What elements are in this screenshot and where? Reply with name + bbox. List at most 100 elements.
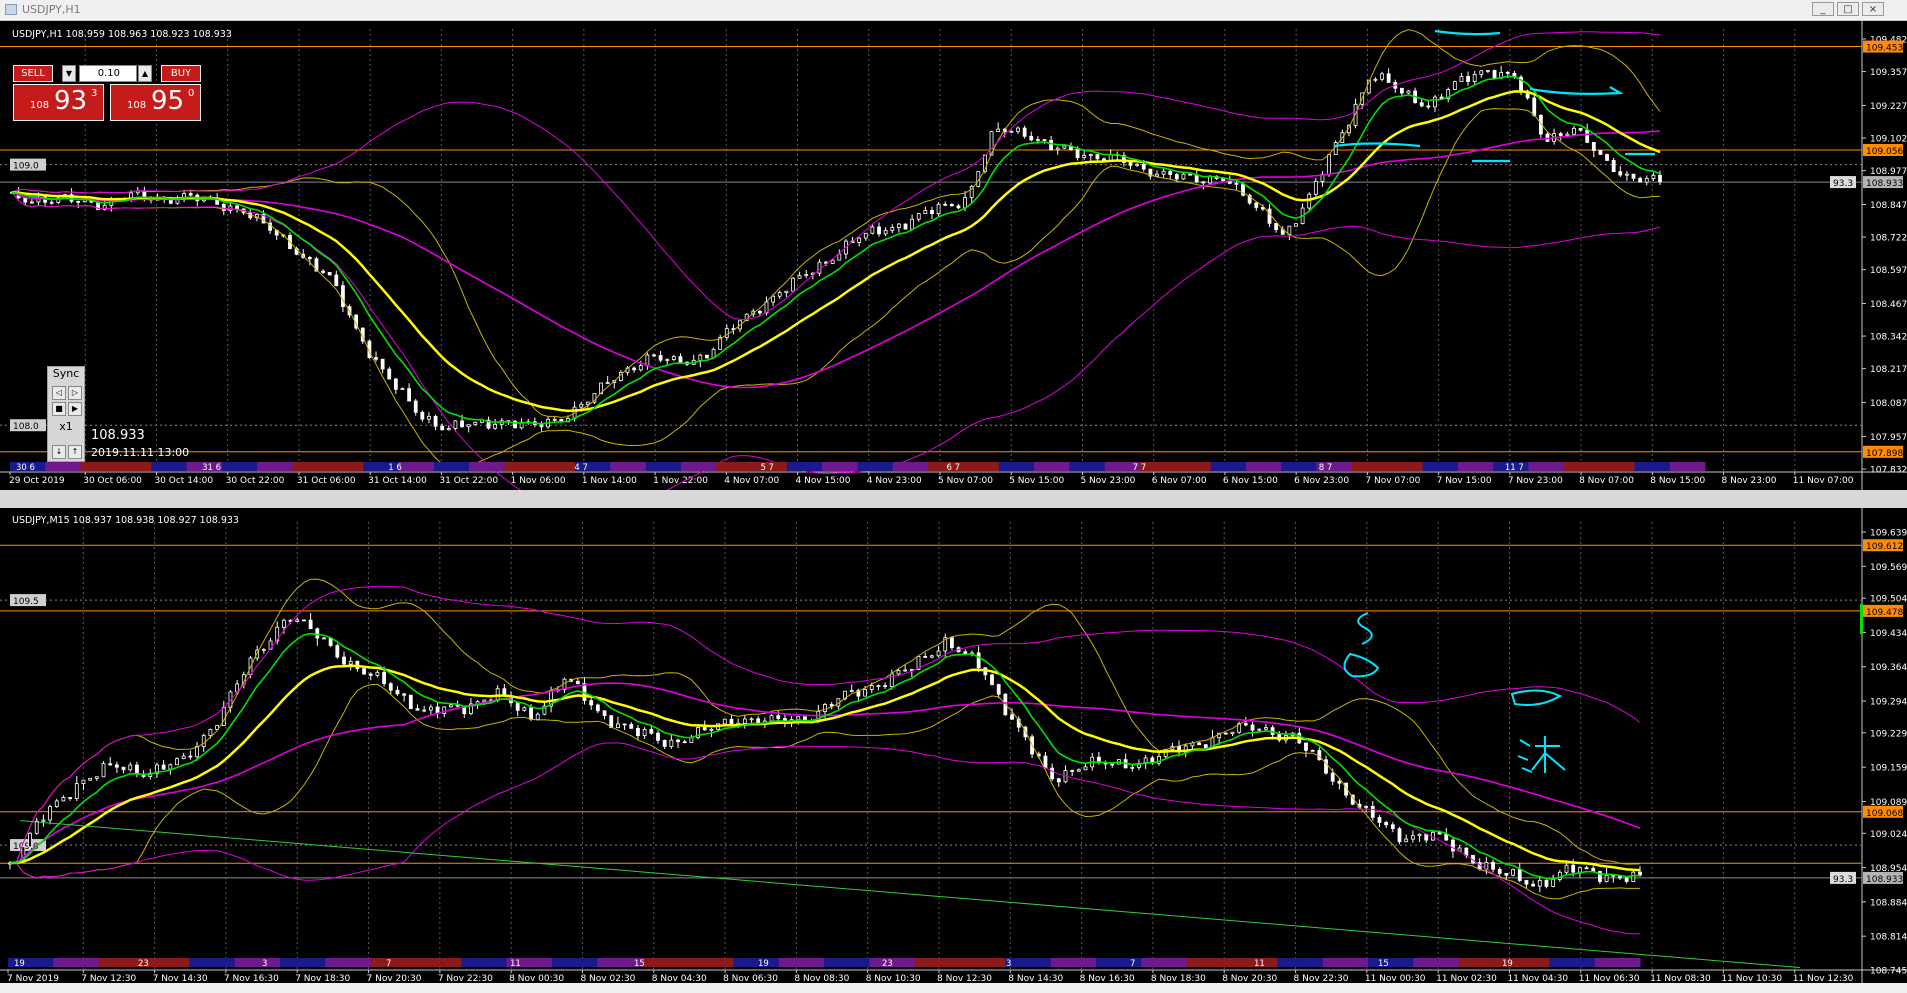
bear-candle — [374, 357, 378, 360]
bull-candle — [81, 779, 86, 784]
bear-candle — [1223, 732, 1228, 735]
bull-candle — [1537, 880, 1542, 887]
m15-chart-pane[interactable]: 7 Nov 2019 7 Nov 12:30 7 Nov 14:30 7 Nov 16… — [0, 508, 1907, 983]
bull-candle — [645, 354, 650, 366]
sell-price-quote[interactable]: 108 93 3 — [13, 84, 104, 121]
bear-candle — [1141, 163, 1146, 170]
time-axis-label: 4 Nov 07:00 — [724, 476, 779, 486]
bear-candle — [335, 645, 340, 658]
session-bar-segment — [552, 958, 598, 967]
time-axis-label: 4 Nov 15:00 — [796, 476, 851, 486]
play-button[interactable]: ▶ — [68, 402, 82, 416]
pane-separator[interactable] — [0, 490, 1907, 508]
bear-candle — [1624, 877, 1629, 882]
session-bar-segment — [1669, 462, 1706, 471]
bear-candle — [1544, 880, 1549, 887]
buy-price-quote[interactable]: 108 95 0 — [110, 84, 201, 121]
minimize-button[interactable]: _ — [1812, 2, 1834, 16]
bear-candle — [1390, 824, 1395, 830]
bear-candle — [334, 274, 339, 286]
bull-candle — [348, 660, 353, 665]
session-bar-segment — [1599, 462, 1635, 471]
bull-candle — [422, 709, 427, 712]
price-label-text: 109.478 — [1866, 608, 1903, 618]
session-bar-segment — [778, 958, 825, 967]
bear-candle — [1578, 127, 1583, 131]
session-bar-segment — [1458, 958, 1505, 967]
bear-candle — [943, 203, 948, 206]
lot-size-input[interactable]: 0.10 — [79, 65, 137, 82]
bull-candle — [769, 715, 774, 722]
bear-candle — [658, 355, 663, 361]
h1-chart-pane[interactable]: 29 Oct 2019 30 Oct 06:00 30 Oct 14:00 30 Oc… — [0, 21, 1907, 490]
price-axis-label: 109.294 — [1870, 698, 1907, 708]
bull-candle — [1110, 763, 1115, 766]
session-bar-segment — [857, 462, 894, 471]
bull-candle — [1313, 180, 1318, 195]
m15-ohlc-values: 108.937 108.938 108.927 108.933 — [72, 515, 239, 526]
bear-candle — [1095, 154, 1100, 160]
bull-candle — [261, 648, 266, 651]
session-bar-segment — [1422, 462, 1459, 471]
round-number-label: 108.0 — [13, 422, 39, 432]
session-bar-segment — [80, 462, 117, 471]
session-bar-segment — [1634, 462, 1671, 471]
time-axis-label: 8 Nov 22:30 — [1294, 974, 1349, 983]
m15-chart-canvas[interactable]: 7 Nov 2019 7 Nov 12:30 7 Nov 14:30 7 Nov 16… — [0, 508, 1907, 983]
time-axis-label: 6 Nov 15:00 — [1223, 476, 1278, 486]
h1-chart-canvas[interactable]: 29 Oct 2019 30 Oct 06:00 30 Oct 14:00 30 Oc… — [0, 21, 1907, 490]
bull-candle — [28, 832, 32, 848]
bear-candle — [996, 684, 1001, 695]
bear-candle — [235, 205, 239, 210]
bull-candle — [722, 718, 727, 725]
bull-candle — [453, 420, 458, 429]
close-button[interactable]: × — [1862, 2, 1884, 16]
bull-candle — [910, 218, 915, 230]
bear-candle — [515, 702, 520, 711]
bear-candle — [776, 715, 781, 719]
time-axis-label: 11 Nov 06:30 — [1579, 974, 1640, 983]
session-bar-segment — [45, 462, 82, 471]
sell-button[interactable]: SELL — [13, 65, 53, 82]
time-axis-label: 8 Nov 20:30 — [1222, 974, 1277, 983]
price-label-text: 109.068 — [1866, 809, 1903, 819]
time-axis-label: 8 Nov 23:00 — [1722, 476, 1777, 486]
price-axis-label: 108.597 — [1870, 266, 1907, 276]
bear-candle — [1042, 139, 1047, 142]
bull-candle — [1459, 76, 1464, 83]
bear-candle — [1203, 744, 1208, 748]
session-bar-segment — [1050, 958, 1097, 967]
bull-candle — [849, 690, 854, 692]
price-axis-label: 109.102 — [1870, 135, 1907, 145]
bear-candle — [656, 732, 660, 741]
time-axis-label: 7 Nov 07:00 — [1365, 476, 1420, 486]
bull-candle — [41, 819, 46, 822]
one-click-trading-panel: SELL ▼ 0.10 ▲ BUY 108 93 3 108 95 0 — [13, 65, 201, 121]
speed-down-button[interactable]: ↓ — [52, 445, 66, 459]
bear-candle — [956, 205, 961, 209]
stop-button[interactable]: ■ — [52, 402, 66, 416]
bull-candle — [295, 619, 300, 622]
bull-candle — [830, 259, 835, 264]
bull-candle — [929, 655, 934, 658]
session-bar-segment — [822, 462, 858, 471]
session-bar-label: 11 7 — [1505, 463, 1524, 473]
bear-candle — [307, 257, 312, 260]
bear-candle — [589, 700, 594, 706]
bear-candle — [76, 200, 81, 203]
step-forward-button[interactable]: ▷ — [68, 386, 82, 400]
buy-button[interactable]: BUY — [161, 65, 201, 82]
maximize-button[interactable]: □ — [1837, 2, 1859, 16]
bull-candle — [1572, 127, 1576, 135]
bear-candle — [729, 718, 734, 726]
bear-candle — [1611, 874, 1616, 877]
speed-up-button[interactable]: ↑ — [68, 445, 82, 459]
lot-decrease-button[interactable]: ▼ — [62, 65, 76, 82]
step-back-button[interactable]: ◁ — [52, 386, 66, 400]
time-axis-label: 7 Nov 20:30 — [367, 974, 422, 983]
price-label-text: 108.933 — [1866, 875, 1903, 885]
bull-candle — [936, 650, 941, 657]
lot-increase-button[interactable]: ▲ — [138, 65, 152, 82]
session-bar-label: 19 — [14, 959, 25, 969]
bull-candle — [1327, 154, 1331, 175]
